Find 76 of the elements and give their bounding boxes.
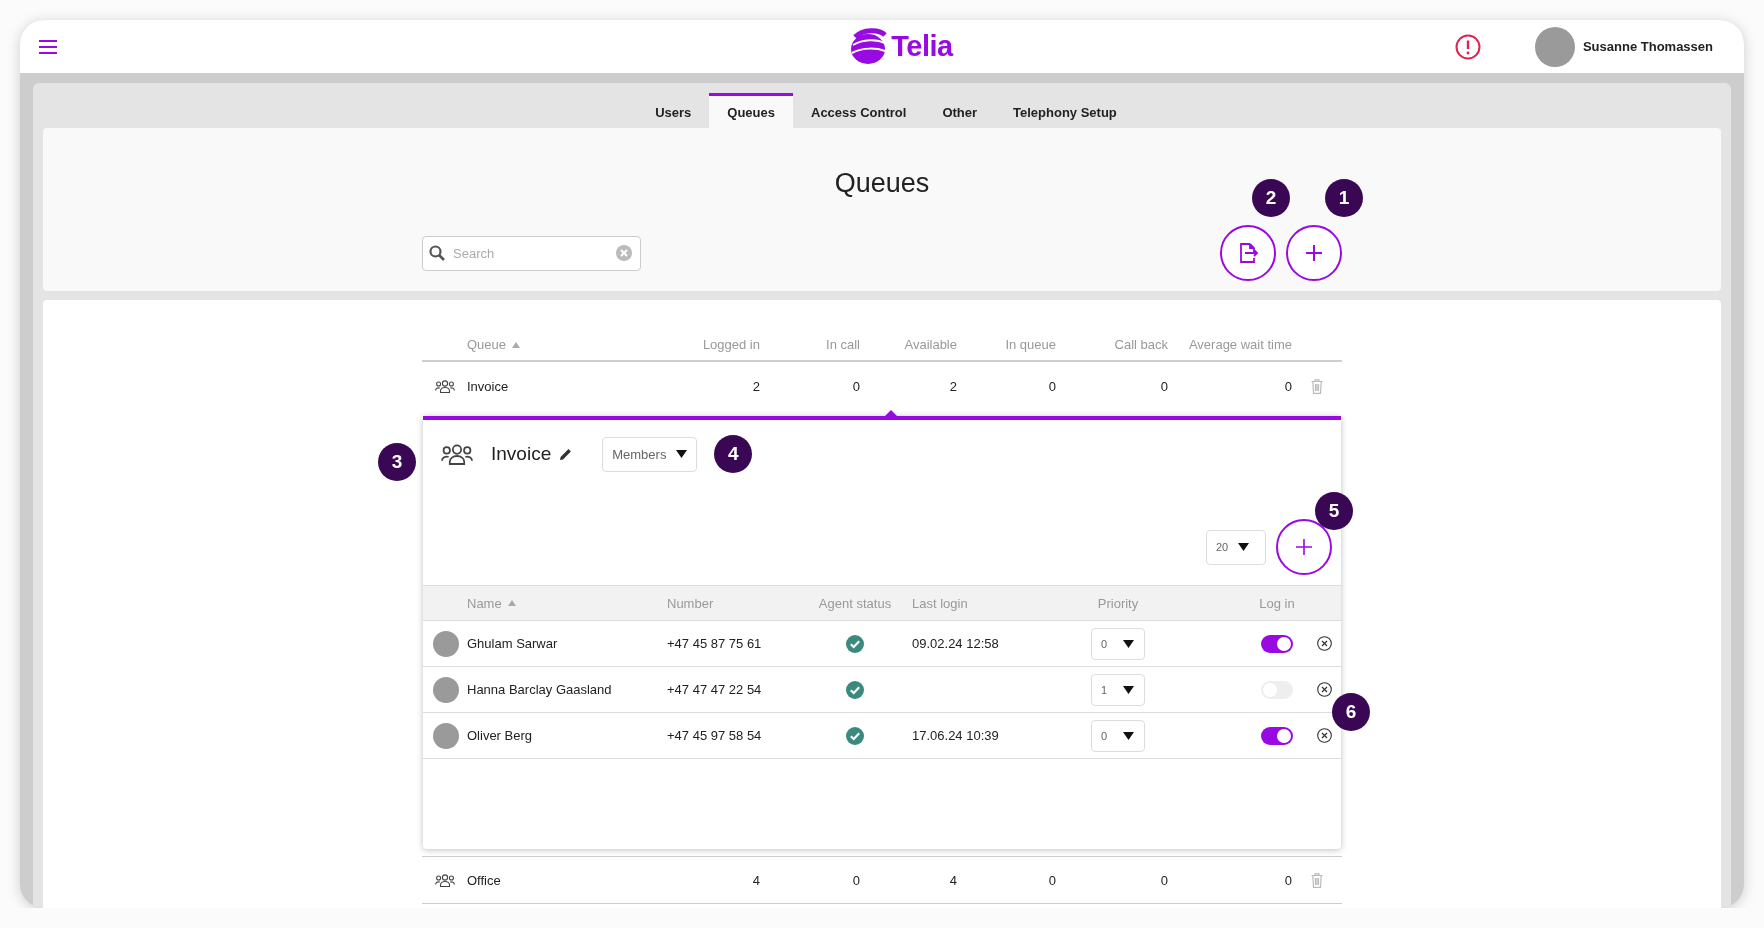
tab[interactable]: Users bbox=[637, 93, 710, 128]
table-cell-text: 0 bbox=[851, 872, 860, 888]
add-button[interactable] bbox=[1286, 225, 1342, 281]
queue-name[interactable]: Invoice bbox=[467, 378, 680, 394]
phone-number: +47 45 97 58 54 bbox=[667, 728, 763, 743]
annotation-badge: 5 bbox=[1315, 492, 1353, 530]
login-toggle[interactable] bbox=[1261, 726, 1293, 745]
caret-icon bbox=[1123, 731, 1135, 740]
member-name: Ghulam Sarwar bbox=[467, 636, 559, 651]
group-icon bbox=[434, 873, 455, 887]
table-cell-text: 0 bbox=[1283, 378, 1292, 394]
member-avatar bbox=[433, 630, 459, 657]
annotation-badge: 3 bbox=[378, 442, 416, 481]
tab[interactable]: Other bbox=[924, 93, 996, 128]
close-circle-icon bbox=[1316, 682, 1332, 697]
brand-name: Telia bbox=[891, 30, 953, 63]
caret-icon bbox=[676, 450, 688, 458]
priority-select[interactable]: 0 bbox=[1091, 719, 1145, 752]
menu-button[interactable] bbox=[39, 39, 57, 54]
table-cell-text: 0 bbox=[851, 378, 860, 394]
caret-icon bbox=[1238, 543, 1250, 551]
export-icon bbox=[1237, 242, 1259, 264]
annotation-badge: 1 bbox=[1325, 179, 1363, 217]
caret-icon bbox=[1123, 685, 1135, 694]
page-title: Queues bbox=[834, 167, 930, 200]
tab[interactable]: Access Control bbox=[793, 93, 925, 128]
member-avatar bbox=[433, 722, 459, 749]
table-cell-text: 2 bbox=[948, 378, 957, 394]
close-circle-icon bbox=[1316, 728, 1332, 743]
search-icon bbox=[429, 244, 445, 261]
page-size-select[interactable]: 20 bbox=[1206, 529, 1266, 565]
phone-number: +47 47 47 22 54 bbox=[667, 682, 763, 697]
plus-icon bbox=[1305, 244, 1323, 262]
table-cell-text: 0 bbox=[1159, 378, 1168, 394]
export-button[interactable] bbox=[1220, 225, 1276, 281]
tab[interactable]: Queues bbox=[709, 93, 793, 128]
annotation-badge: 6 bbox=[1332, 693, 1370, 731]
tab[interactable]: Telephony Setup bbox=[995, 93, 1135, 128]
menu-icon bbox=[39, 39, 57, 54]
edit-button[interactable] bbox=[559, 447, 573, 461]
queue-name[interactable]: Office bbox=[467, 872, 680, 888]
remove-button[interactable] bbox=[1316, 728, 1332, 743]
group-icon bbox=[441, 443, 473, 465]
phone-number: +47 45 87 75 61 bbox=[667, 636, 763, 651]
table-cell-text: 0 bbox=[1047, 378, 1056, 394]
priority-select[interactable]: 1 bbox=[1091, 673, 1145, 706]
search-field[interactable]: Search bbox=[422, 235, 641, 271]
pencil-icon bbox=[559, 447, 573, 461]
view-select[interactable]: Members bbox=[602, 436, 698, 472]
group-icon bbox=[434, 379, 455, 393]
add-member-button[interactable] bbox=[1276, 519, 1332, 575]
alert-icon[interactable] bbox=[1454, 33, 1481, 60]
member-name: Oliver Berg bbox=[467, 728, 534, 743]
table-cell-text: 2 bbox=[751, 378, 760, 394]
table-cell-text: 4 bbox=[948, 872, 957, 888]
user-name[interactable]: Susanne Thomassen bbox=[1582, 39, 1713, 54]
plus-icon bbox=[1295, 538, 1313, 556]
table-cell-text: 0 bbox=[1283, 872, 1292, 888]
logo-icon bbox=[849, 26, 888, 67]
member-avatar bbox=[433, 676, 459, 703]
table-cell-text: 0 bbox=[1159, 872, 1168, 888]
annotation-badge: 4 bbox=[714, 434, 753, 473]
close-circle-icon bbox=[1316, 636, 1332, 651]
queue-title: Invoice bbox=[491, 443, 552, 465]
remove-button[interactable] bbox=[1316, 682, 1332, 697]
last-login-time: 17.06.24 10:39 bbox=[911, 728, 1000, 743]
annotation-badge: 2 bbox=[1252, 179, 1290, 217]
login-toggle[interactable] bbox=[1261, 634, 1293, 653]
user-avatar[interactable] bbox=[1534, 26, 1575, 67]
table-cell-text: 0 bbox=[1047, 872, 1056, 888]
member-name: Hanna Barclay Gaasland bbox=[467, 682, 613, 697]
table-cell-text: 4 bbox=[751, 872, 760, 888]
priority-select[interactable]: 0 bbox=[1091, 627, 1145, 660]
last-login-time: 09.02.24 12:58 bbox=[911, 636, 1000, 651]
caret-icon bbox=[1123, 639, 1135, 648]
remove-button[interactable] bbox=[1316, 636, 1332, 651]
